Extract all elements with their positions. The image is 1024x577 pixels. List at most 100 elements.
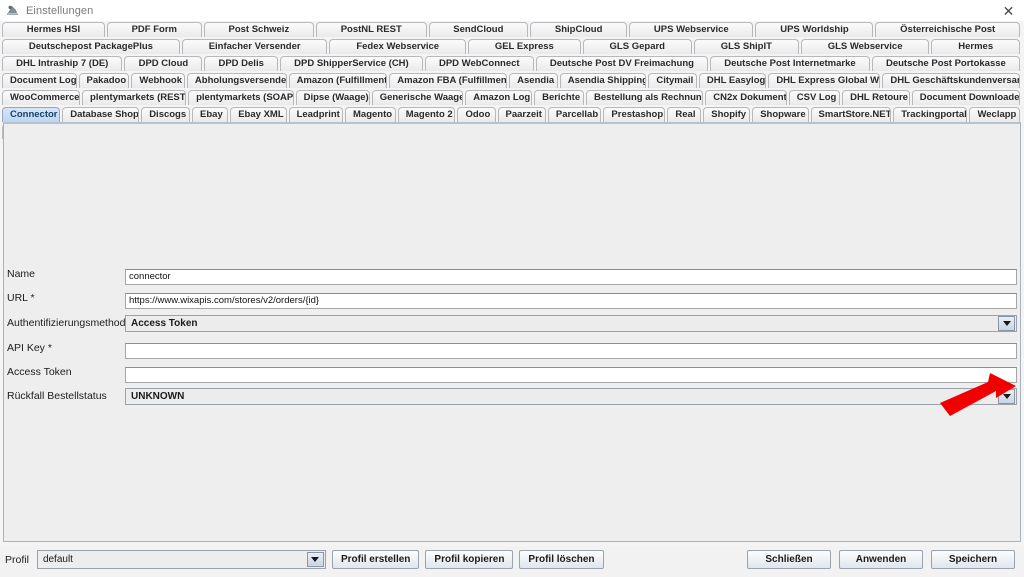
tab-odoo[interactable]: Odoo (457, 107, 496, 122)
chevron-down-icon[interactable] (998, 389, 1015, 404)
tab-deutschepost-packageplus[interactable]: Deutschepost PackagePlus (2, 39, 180, 54)
profile-select[interactable]: default (36, 550, 326, 569)
tab-discogs[interactable]: Discogs (141, 107, 191, 122)
tab-abholungsversender[interactable]: Abholungsversender (186, 73, 287, 88)
tab-postnl-rest[interactable]: PostNL REST (315, 22, 427, 37)
tab-ups-webservice[interactable]: UPS Webservice (629, 22, 754, 37)
field-control (125, 364, 1017, 383)
tab-fedex-webservice[interactable]: Fedex Webservice (329, 39, 466, 54)
tab-hermes[interactable]: Hermes (931, 39, 1020, 54)
url-input[interactable] (125, 292, 1017, 309)
tab-shopware[interactable]: Shopware (752, 107, 809, 122)
tab-deutsche-post-portokasse[interactable]: Deutsche Post Portokasse (871, 56, 1020, 71)
tab-dhl-gesch-ftskundenversand[interactable]: DHL Geschäftskundenversand (882, 73, 1020, 88)
tab-row-5: WooCommerce plentymarkets (REST) plentymar… (0, 89, 1024, 105)
api-key-input[interactable] (125, 342, 1017, 359)
name-input[interactable] (125, 268, 1017, 285)
window-title: Einstellungen (26, 4, 94, 17)
tab-gls-webservice[interactable]: GLS Webservice (800, 39, 930, 54)
tab-parcellab[interactable]: Parcellab (547, 107, 602, 122)
tab-csv-log[interactable]: CSV Log (788, 90, 841, 105)
chevron-down-icon[interactable] (998, 316, 1015, 331)
tab-trackingportal[interactable]: Trackingportal (893, 107, 968, 122)
rückfall-bestellstatus-select[interactable]: UNKNOWN (125, 388, 1017, 405)
tab-real[interactable]: Real (667, 107, 702, 122)
tab-row-1: Hermes HSI PDF Form Post Schweiz PostNL RES… (0, 21, 1024, 37)
tab-deutsche-post-dv-freimachung[interactable]: Deutsche Post DV Freimachung (535, 56, 709, 71)
tab-row-3: DHL Intraship 7 (DE) DPD Cloud DPD Delis DP… (0, 55, 1024, 71)
tab-amazon-fba-fulfillment[interactable]: Amazon FBA (Fulfillment) (389, 73, 508, 88)
authentifizierungsmethode-select[interactable]: Access Token (125, 315, 1017, 332)
tab-dhl-express-global-ws[interactable]: DHL Express Global WS (768, 73, 881, 88)
delete-profile-button[interactable]: Profil löschen (519, 550, 604, 569)
field-label: API Key * (7, 342, 52, 354)
tab-gls-gepard[interactable]: GLS Gepard (582, 39, 692, 54)
tab-einfacher-versender[interactable]: Einfacher Versender (181, 39, 328, 54)
close-icon[interactable]: ✕ (1000, 3, 1017, 20)
tab-gls-shipit[interactable]: GLS ShipIT (693, 39, 799, 54)
settings-app-icon (6, 4, 19, 17)
tab-gel-express[interactable]: GEL Express (467, 39, 581, 54)
tab-hermes-hsi[interactable]: Hermes HSI (2, 22, 105, 37)
field-control (125, 266, 1017, 285)
tab-weclapp[interactable]: Weclapp (969, 107, 1020, 122)
tab-webhook[interactable]: Webhook (131, 73, 185, 88)
tab-berichte[interactable]: Berichte (534, 90, 585, 105)
tab-connector[interactable]: Connector (2, 107, 61, 122)
tab-sendcloud[interactable]: SendCloud (428, 22, 529, 37)
tab-asendia-shipping[interactable]: Asendia Shipping (559, 73, 647, 88)
tab-smartstore-net[interactable]: SmartStore.NET (810, 107, 892, 122)
tab-dpd-shipperservice-ch[interactable]: DPD ShipperService (CH) (280, 56, 423, 71)
tab-asendia[interactable]: Asendia (509, 73, 558, 88)
tab-post-schweiz[interactable]: Post Schweiz (203, 22, 314, 37)
form-row: Rückfall Bestellstatus UNKNOWN (7, 387, 1017, 405)
tab-pdf-form[interactable]: PDF Form (106, 22, 202, 37)
save-button[interactable]: Speichern (931, 550, 1015, 569)
tab-cn2x-dokument[interactable]: CN2x Dokument (705, 90, 787, 105)
rückfall-bestellstatus-select-value: UNKNOWN (131, 391, 185, 402)
tab-ups-worldship[interactable]: UPS Worldship (755, 22, 874, 37)
tab-dipse-waage[interactable]: Dipse (Waage) (295, 90, 370, 105)
create-profile-button[interactable]: Profil erstellen (331, 550, 420, 569)
tab-plentymarkets-rest[interactable]: plentymarkets (REST) (82, 90, 187, 105)
tab-woocommerce[interactable]: WooCommerce (2, 90, 81, 105)
tab-magento-2[interactable]: Magento 2 (397, 107, 456, 122)
tab-dhl-intraship-7-de[interactable]: DHL Intraship 7 (DE) (2, 56, 123, 71)
tab-prestashop[interactable]: Prestashop (603, 107, 666, 122)
tab-bestellung-als-rechnung[interactable]: Bestellung als Rechnung (586, 90, 704, 105)
tab-sterreichische-post[interactable]: Österreichische Post (875, 22, 1020, 37)
tab-document-log[interactable]: Document Log (2, 73, 77, 88)
tab-deutsche-post-internetmarke[interactable]: Deutsche Post Internetmarke (710, 56, 870, 71)
tab-dpd-delis[interactable]: DPD Delis (204, 56, 279, 71)
tab-magento[interactable]: Magento (345, 107, 396, 122)
tab-database-shop[interactable]: Database Shop (62, 107, 140, 122)
tab-ebay[interactable]: Ebay (192, 107, 229, 122)
tab-shipcloud[interactable]: ShipCloud (530, 22, 628, 37)
connector-settings-panel: NameURL *AuthentifizierungsmethodeAccess… (3, 122, 1021, 542)
form-row: Name (7, 265, 1017, 285)
apply-button[interactable]: Anwenden (839, 550, 923, 569)
tab-amazon-log[interactable]: Amazon Log (465, 90, 533, 105)
tab-dpd-cloud[interactable]: DPD Cloud (124, 56, 203, 71)
field-control: Access Token (125, 315, 1017, 332)
tab-dpd-webconnect[interactable]: DPD WebConnect (424, 56, 534, 71)
chevron-down-icon[interactable] (306, 552, 324, 567)
tab-shopify[interactable]: Shopify (703, 107, 751, 122)
tab-plentymarkets-soap[interactable]: plentymarkets (SOAP) (188, 90, 294, 105)
copy-profile-button[interactable]: Profil kopieren (425, 550, 514, 569)
tab-document-downloader[interactable]: Document Downloader (911, 90, 1021, 105)
window-titlebar: Einstellungen ✕ (0, 0, 1024, 21)
access-token-input[interactable] (125, 366, 1017, 383)
tab-leadprint[interactable]: Leadprint (288, 107, 344, 122)
tab-dhl-retoure[interactable]: DHL Retoure (842, 90, 910, 105)
tab-dhl-easylog[interactable]: DHL Easylog (698, 73, 767, 88)
tab-ebay-xml[interactable]: Ebay XML (230, 107, 287, 122)
tab-paarzeit[interactable]: Paarzeit (497, 107, 546, 122)
tab-generische-waage[interactable]: Generische Waage (371, 90, 464, 105)
dialog-footer: Profil default Profil erstellen Profil k… (0, 546, 1024, 577)
settings-window: Einstellungen ✕ Hermes HSI PDF Form Post S… (0, 0, 1024, 577)
close-button[interactable]: Schließen (747, 550, 831, 569)
tab-pakadoo[interactable]: Pakadoo (78, 73, 130, 88)
tab-citymail[interactable]: Citymail (648, 73, 697, 88)
tab-amazon-fulfillment[interactable]: Amazon (Fulfillment) (288, 73, 388, 88)
